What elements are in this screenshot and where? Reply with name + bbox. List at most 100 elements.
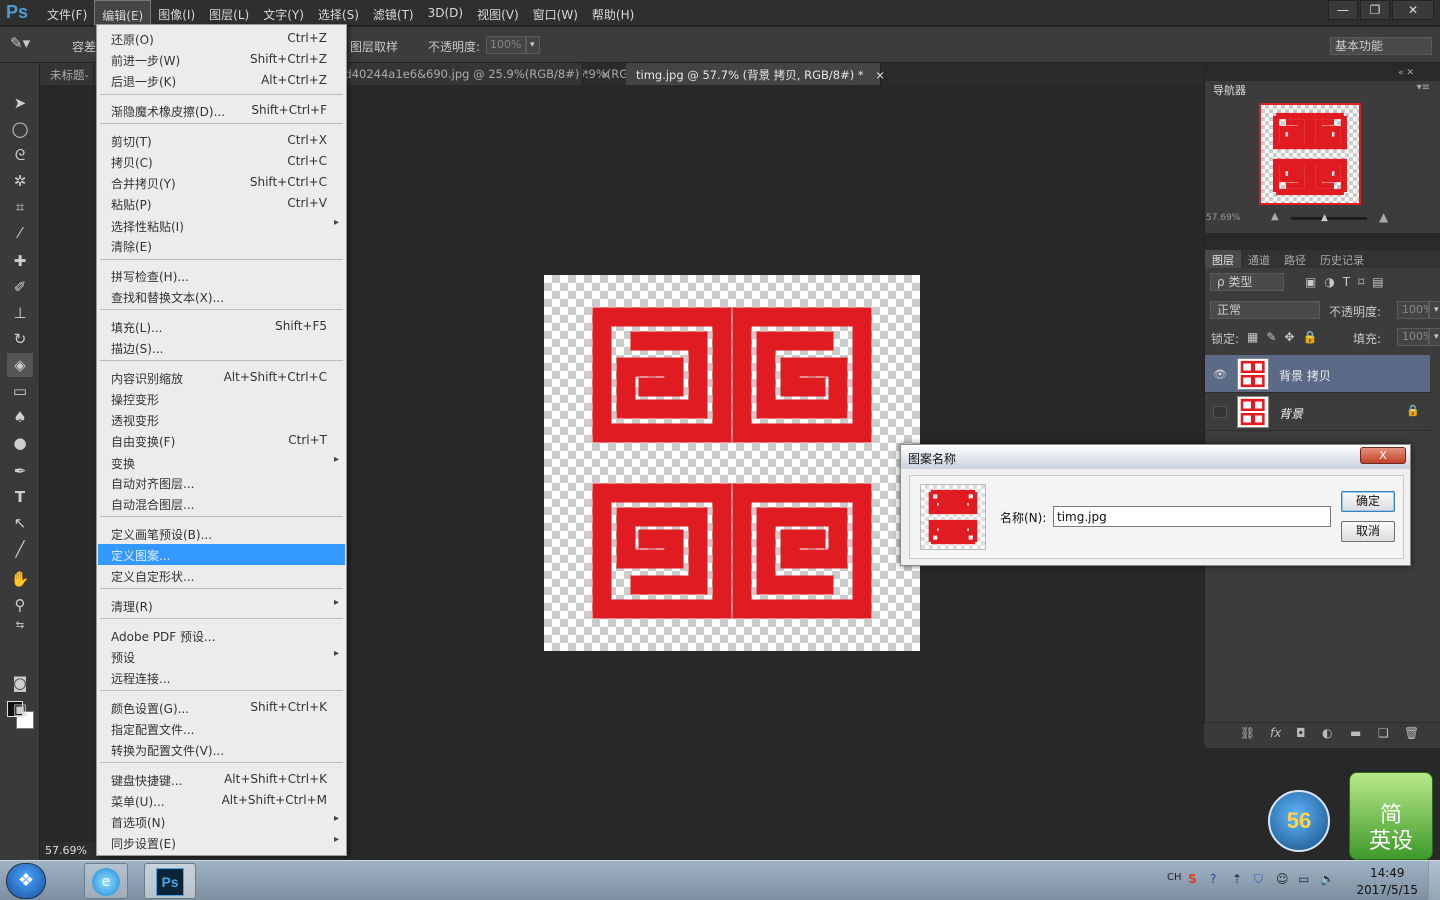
edit-menu-item[interactable]: 定义自定形状... <box>98 565 345 586</box>
edit-menu-item[interactable]: 远程连接... <box>98 667 345 688</box>
edit-menu-item[interactable]: 首选项(N) ▸ <box>98 811 345 832</box>
close-button[interactable]: ✕ <box>1392 0 1434 20</box>
magic-wand-tool-icon[interactable]: ✲ <box>7 169 33 193</box>
zoom-tool-icon[interactable]: ⚲ <box>7 593 33 617</box>
opacity-field[interactable]: 100% <box>486 36 526 54</box>
edit-menu-item[interactable]: 拷贝(C) Ctrl+C <box>98 151 345 172</box>
visibility-toggle-empty[interactable] <box>1213 406 1227 418</box>
restore-button[interactable]: ❐ <box>1360 0 1390 20</box>
move-tool-icon[interactable]: ➤ <box>7 91 33 115</box>
edit-menu-item[interactable]: 同步设置(E) ▸ <box>98 832 345 853</box>
edit-menu-item[interactable]: 清除(E) <box>98 235 345 256</box>
menu-10[interactable]: 帮助(H) <box>585 0 641 26</box>
tab-close-icon[interactable]: × <box>600 67 610 81</box>
screen-mode-icon[interactable]: ▣ <box>7 697 33 721</box>
edit-menu-item[interactable]: 自动混合图层... <box>98 493 345 514</box>
edit-menu-item[interactable]: 渐隐魔术橡皮擦(D)... Shift+Ctrl+F <box>98 100 345 121</box>
navigator-zoom[interactable]: 57.69% <box>1206 213 1240 223</box>
zoom-out-icon[interactable]: ▲ <box>1271 211 1279 222</box>
folder-icon[interactable]: ▬ <box>1350 726 1361 740</box>
blend-mode-select[interactable]: 正常 <box>1210 301 1320 319</box>
layer-name[interactable]: 背景 <box>1279 405 1303 422</box>
floating-speed-badge[interactable]: 56 <box>1268 790 1330 852</box>
layer-name[interactable]: 背景 拷贝 <box>1279 367 1331 384</box>
edit-menu-item[interactable]: 粘贴(P) Ctrl+V <box>98 193 345 214</box>
marquee-tool-icon[interactable]: ◯ <box>7 117 33 141</box>
edit-menu-item[interactable]: 选择性粘贴(I) ▸ <box>98 215 345 236</box>
gradient-tool-icon[interactable]: ▭ <box>7 379 33 403</box>
menu-5[interactable]: 选择(S) <box>311 0 366 26</box>
shield-icon[interactable]: ⛉ <box>1254 872 1263 887</box>
help-icon[interactable]: ? <box>1210 872 1216 886</box>
edit-menu-item[interactable]: 定义图案... <box>98 544 345 565</box>
quick-mask-icon[interactable]: ◙ <box>7 671 33 695</box>
layer-filter-select[interactable]: ρ 类型 <box>1210 273 1284 291</box>
clock[interactable]: 14:49 2017/5/15 <box>1356 865 1418 899</box>
taskbar-photoshop-button[interactable]: Ps <box>144 863 196 899</box>
menu-8[interactable]: 视图(V) <box>470 0 526 26</box>
trash-icon[interactable]: 🗑 <box>1404 726 1419 740</box>
edit-menu-item[interactable]: 填充(L)... Shift+F5 <box>98 316 345 337</box>
hand-tool-icon[interactable]: ✋ <box>7 567 33 591</box>
tab-timg[interactable]: timg.jpg @ 57.7% (背景 拷贝, RGB/8#) * × <box>626 63 885 85</box>
tab-history[interactable]: 历史记录 <box>1313 250 1371 268</box>
edit-menu-item[interactable]: 菜单(U)... Alt+Shift+Ctrl+M <box>98 790 345 811</box>
panel-menu-icon[interactable]: ▾≡ <box>1417 82 1430 93</box>
start-button[interactable]: ❖ <box>6 863 46 899</box>
layer-filter-icons[interactable]: ▣◑T⌑▤ <box>1305 275 1392 289</box>
navigator-zoom-slider[interactable] <box>1291 217 1367 220</box>
edit-menu-item[interactable]: 内容识别缩放 Alt+Shift+Ctrl+C <box>98 367 345 388</box>
edit-menu-item[interactable]: 键盘快捷键... Alt+Shift+Ctrl+K <box>98 769 345 790</box>
edit-menu-item[interactable]: 透视变形 <box>98 409 345 430</box>
crop-tool-icon[interactable]: ⌗ <box>7 195 33 219</box>
adjustment-icon[interactable]: ◐ <box>1322 726 1332 740</box>
history-brush-tool-icon[interactable]: ↻ <box>7 327 33 351</box>
navigator-thumbnail[interactable] <box>1259 103 1361 205</box>
opacity-dropdown-icon[interactable]: ▾ <box>526 36 540 54</box>
edit-menu-item[interactable]: 描边(S)... <box>98 337 345 358</box>
menu-9[interactable]: 窗口(W) <box>526 0 585 26</box>
fill-field[interactable]: 100% <box>1397 328 1433 346</box>
document-canvas[interactable] <box>544 275 920 651</box>
edit-menu-item[interactable]: 合并拷贝(Y) Shift+Ctrl+C <box>98 172 345 193</box>
menu-4[interactable]: 文字(Y) <box>256 0 311 26</box>
menu-0[interactable]: 文件(F) <box>40 0 94 26</box>
edit-menu-item[interactable]: 拼写检查(H)... <box>98 265 345 286</box>
blur-tool-icon[interactable]: ♠ <box>7 405 33 429</box>
sample-layers-label[interactable]: 图层取样 <box>350 38 398 55</box>
line-tool-icon[interactable]: ╱ <box>7 537 33 561</box>
edit-menu-item[interactable]: 预设 ▸ <box>98 646 345 667</box>
edit-menu-item[interactable]: 前进一步(W) Shift+Ctrl+Z <box>98 49 345 70</box>
tab-untitled[interactable]: 未标题- <box>40 63 94 85</box>
pen-tool-icon[interactable]: ✒ <box>7 459 33 483</box>
layer-opacity-field[interactable]: 100% <box>1397 301 1433 319</box>
ime-indicator[interactable]: CH <box>1167 872 1182 883</box>
menu-1[interactable]: 编辑(E) <box>94 0 152 26</box>
edit-menu-item[interactable]: 清理(R) ▸ <box>98 595 345 616</box>
stamp-tool-icon[interactable]: ⊥ <box>7 301 33 325</box>
mask-icon[interactable]: ◘ <box>1296 726 1306 740</box>
tool-preset-icon[interactable]: ✎▾ <box>10 34 30 52</box>
edit-menu-item[interactable]: 变换 ▸ <box>98 452 345 473</box>
network-up-icon[interactable]: ⇡ <box>1232 872 1242 886</box>
cancel-button[interactable]: 取消 <box>1341 521 1395 542</box>
eyedropper-tool-icon[interactable]: ⁄ <box>7 221 33 245</box>
edit-menu-item[interactable]: 颜色设置(G)... Shift+Ctrl+K <box>98 697 345 718</box>
panel-collapse-bar[interactable]: « ✕ <box>1205 68 1440 81</box>
display-icon[interactable]: ▭ <box>1298 872 1309 886</box>
dialog-close-button[interactable]: X <box>1360 447 1406 464</box>
edit-menu-item[interactable]: 后退一步(K) Alt+Ctrl+Z <box>98 70 345 91</box>
menu-3[interactable]: 图层(L) <box>202 0 256 26</box>
visibility-eye-icon[interactable]: 👁 <box>1213 368 1227 381</box>
edit-menu-item[interactable]: 定义画笔预设(B)... <box>98 523 345 544</box>
tab-layers[interactable]: 图层 <box>1205 250 1241 268</box>
edit-menu-item[interactable]: 指定配置文件... <box>98 718 345 739</box>
taskbar-browser-button[interactable]: e <box>84 863 128 899</box>
lasso-tool-icon[interactable]: ᘓ <box>7 143 33 167</box>
zoom-in-icon[interactable]: ▲ <box>1379 210 1388 224</box>
tab-paths[interactable]: 路径 <box>1277 250 1313 268</box>
ime-status-widget[interactable]: 简 英设 <box>1349 772 1433 860</box>
lock-icons[interactable]: ▦✎✥🔒 <box>1247 330 1325 344</box>
eraser-tool-icon[interactable]: ◈ <box>7 353 33 377</box>
zoom-readout[interactable]: 57.69% <box>45 844 87 857</box>
